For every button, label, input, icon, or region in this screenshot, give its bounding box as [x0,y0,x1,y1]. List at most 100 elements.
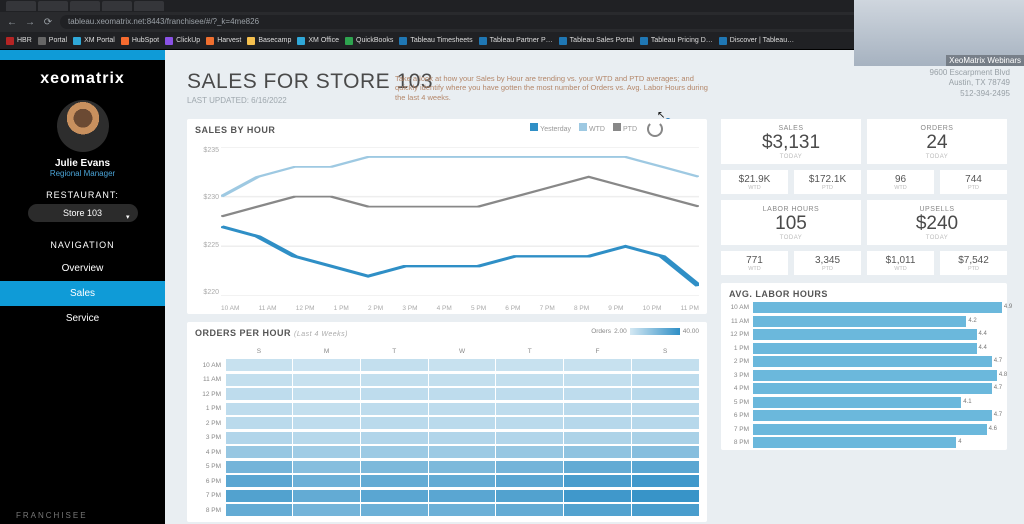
heatmap-cell[interactable] [429,504,496,516]
heatmap-cell[interactable] [632,504,699,516]
bookmark[interactable]: HubSpot [121,37,159,45]
heatmap-cell[interactable] [293,403,360,415]
bookmark[interactable]: XM Portal [73,37,115,45]
heatmap-cell[interactable] [632,490,699,502]
avatar[interactable] [57,100,109,152]
heatmap-cell[interactable] [429,461,496,473]
kpi-upsells[interactable]: UPSELLS$240TODAY [867,200,1007,245]
avg-labor-row[interactable]: 1 PM4.4 [721,342,1007,356]
bookmark[interactable]: Tableau Pricing D… [640,37,713,45]
avg-labor-row[interactable]: 6 PM4.7 [721,409,1007,423]
heatmap-cell[interactable] [564,417,631,429]
heatmap-cell[interactable] [496,359,563,371]
bookmark[interactable]: QuickBooks [345,37,393,45]
heatmap-cell[interactable] [564,475,631,487]
heatmap-cell[interactable] [226,403,293,415]
heatmap-cell[interactable] [361,490,428,502]
heatmap-cell[interactable] [429,490,496,502]
heatmap-cell[interactable] [496,490,563,502]
nav-item-overview[interactable]: Overview [0,256,165,281]
heatmap-cell[interactable] [226,490,293,502]
heatmap-cell[interactable] [429,475,496,487]
avg-labor-row[interactable]: 10 AM4.9 [721,301,1007,315]
bookmark[interactable]: ClickUp [165,37,200,45]
avg-labor-row[interactable]: 3 PM4.8 [721,369,1007,383]
heatmap-cell[interactable] [632,475,699,487]
heatmap-cell[interactable] [361,504,428,516]
forward-icon[interactable]: → [24,16,36,28]
heatmap-cell[interactable] [361,388,428,400]
heatmap-cell[interactable] [496,403,563,415]
bookmark[interactable]: Harvest [206,37,241,45]
heatmap-cell[interactable] [632,446,699,458]
avg-labor-row[interactable]: 5 PM4.1 [721,396,1007,410]
avg-labor-row[interactable]: 12 PM4.4 [721,328,1007,342]
heatmap-cell[interactable] [226,359,293,371]
heatmap-cell[interactable] [226,388,293,400]
heatmap-cell[interactable] [632,461,699,473]
heatmap-cell[interactable] [496,374,563,386]
heatmap-cell[interactable] [226,461,293,473]
heatmap-cell[interactable] [293,490,360,502]
heatmap-cell[interactable] [293,374,360,386]
heatmap-cell[interactable] [496,461,563,473]
heatmap-cell[interactable] [564,403,631,415]
store-select[interactable]: Store 103 ▾ [28,204,138,222]
kpi-small[interactable]: 771WTD [721,251,788,275]
heatmap-cell[interactable] [429,374,496,386]
heatmap-cell[interactable] [564,432,631,444]
heatmap-cell[interactable] [226,417,293,429]
heatmap-cell[interactable] [293,461,360,473]
heatmap-cell[interactable] [293,417,360,429]
heatmap-cell[interactable] [496,432,563,444]
heatmap-cell[interactable] [496,504,563,516]
heatmap-cell[interactable] [293,359,360,371]
heatmap-cell[interactable] [361,374,428,386]
back-icon[interactable]: ← [6,16,18,28]
bookmark[interactable]: HBR [6,37,32,45]
heatmap-cell[interactable] [632,359,699,371]
kpi-small[interactable]: $21.9KWTD [721,170,788,194]
heatmap-cell[interactable] [361,475,428,487]
heatmap-cell[interactable] [293,388,360,400]
nav-item-service[interactable]: Service [0,306,165,331]
heatmap-cell[interactable] [564,490,631,502]
heatmap-cell[interactable] [564,374,631,386]
kpi-labor-hours[interactable]: LABOR HOURS105TODAY [721,200,861,245]
heatmap-cell[interactable] [564,359,631,371]
heatmap-cell[interactable] [429,446,496,458]
heatmap-cell[interactable] [293,504,360,516]
bookmark[interactable]: Discover | Tableau… [719,37,794,45]
heatmap-cell[interactable] [429,403,496,415]
heatmap-cell[interactable] [429,359,496,371]
bookmark[interactable]: Tableau Timesheets [399,37,472,45]
bookmark[interactable]: Tableau Partner P… [479,37,553,45]
heatmap-cell[interactable] [293,446,360,458]
user-role[interactable]: Regional Manager [50,169,115,178]
heatmap-cell[interactable] [361,403,428,415]
avg-labor-row[interactable]: 7 PM4.6 [721,423,1007,437]
kpi-sales[interactable]: SALES$3,131TODAY [721,119,861,164]
heatmap-cell[interactable] [226,374,293,386]
kpi-small[interactable]: 744PTD [940,170,1007,194]
heatmap-cell[interactable] [429,417,496,429]
bookmark[interactable]: Portal [38,37,67,45]
heatmap-cell[interactable] [361,446,428,458]
bookmark[interactable]: Basecamp [247,37,291,45]
kpi-orders[interactable]: ORDERS24TODAY [867,119,1007,164]
heatmap-cell[interactable] [632,403,699,415]
heatmap-cell[interactable] [361,432,428,444]
heatmap-cell[interactable] [496,417,563,429]
heatmap-cell[interactable] [226,446,293,458]
reload-icon[interactable]: ⟳ [42,16,54,28]
avg-labor-chart[interactable]: 10 AM4.911 AM4.212 PM4.41 PM4.42 PM4.73 … [721,301,1007,450]
heatmap-cell[interactable] [632,388,699,400]
heatmap-cell[interactable] [226,432,293,444]
kpi-small[interactable]: 3,345PTD [794,251,861,275]
heatmap-cell[interactable] [293,475,360,487]
heatmap-cell[interactable] [429,388,496,400]
kpi-small[interactable]: $1,011WTD [867,251,934,275]
avg-labor-row[interactable]: 2 PM4.7 [721,355,1007,369]
nav-item-sales[interactable]: Sales [0,281,165,306]
heatmap-cell[interactable] [564,504,631,516]
